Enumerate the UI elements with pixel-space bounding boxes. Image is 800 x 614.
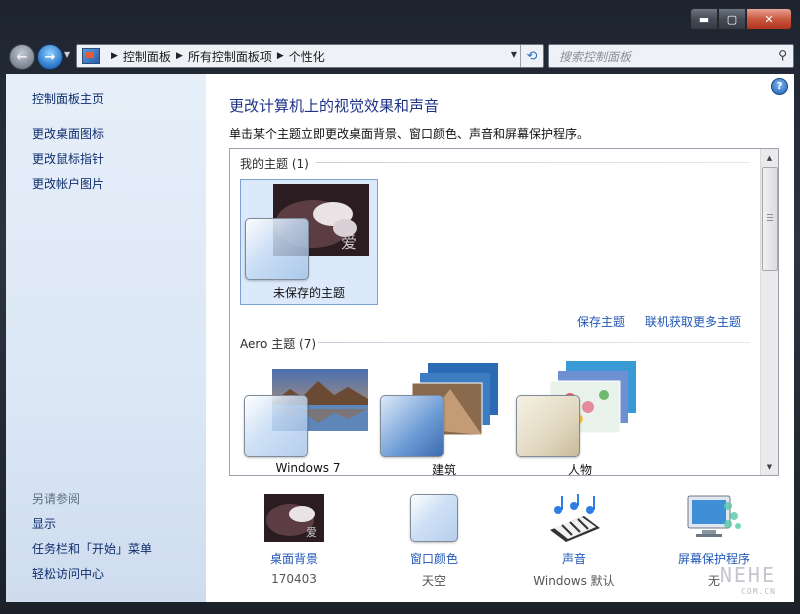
link-display[interactable]: 显示	[32, 515, 56, 532]
theme-list[interactable]: 我的主题 (1) 爱 未保存的主题 保存主题 联机获取更多主题 Aero 主题 …	[229, 148, 779, 476]
link-ease-of-access[interactable]: 轻松访问中心	[32, 565, 104, 582]
group-divider	[318, 342, 750, 343]
sounds-icon	[550, 494, 600, 542]
scroll-thumb[interactable]	[762, 167, 778, 271]
page-subtitle: 单击某个主题立即更改桌面背景、窗口颜色、声音和屏幕保护程序。	[229, 127, 590, 141]
refresh-icon[interactable]: ⟲	[520, 45, 543, 67]
content-area: 控制面板主页 更改桌面图标 更改鼠标指针 更改帐户图片 另请参阅 显示 任务栏和…	[6, 74, 794, 602]
minimize-button[interactable]: ▬	[690, 8, 718, 30]
link-taskbar-start-menu[interactable]: 任务栏和「开始」菜单	[32, 540, 152, 557]
group-divider	[316, 162, 750, 163]
forward-button[interactable]: →	[37, 44, 63, 70]
theme-label-unsaved: 未保存的主题	[272, 286, 345, 300]
window-color-swatch	[244, 395, 308, 457]
link-control-panel-home[interactable]: 控制面板主页	[32, 90, 104, 107]
screensaver-icon	[687, 495, 741, 537]
crumb-separator-icon[interactable]: ▶	[277, 51, 284, 61]
desktop-background-icon: 爱	[264, 494, 324, 542]
theme-tile-windows7[interactable]: Windows 7	[240, 359, 376, 475]
theme-tile-unsaved[interactable]: 爱 未保存的主题	[240, 179, 378, 305]
breadcrumb-all-items[interactable]: 所有控制面板项	[188, 48, 272, 65]
sounds-label[interactable]: 声音	[514, 550, 634, 567]
navigation-bar: ← → ▼ ▶ 控制面板 ▶ 所有控制面板项 ▶ 个性化 ▼ ⟲ 搜索控制面板 …	[6, 40, 794, 72]
theme-label-characters: 人物	[567, 463, 592, 476]
see-also-heading: 另请参阅	[32, 492, 81, 506]
window-color-label[interactable]: 窗口颜色	[374, 550, 494, 567]
close-button[interactable]: ✕	[746, 8, 792, 30]
help-icon[interactable]: ?	[771, 78, 788, 95]
theme-tile-architecture[interactable]: 建筑	[376, 359, 512, 476]
maximize-button[interactable]: ▢	[718, 8, 746, 30]
crumb-separator-icon[interactable]: ▶	[111, 51, 118, 61]
window-frame: ▬ ▢ ✕ ← → ▼ ▶ 控制面板 ▶ 所有控制面板项 ▶ 个性化 ▼ ⟲ 搜…	[0, 0, 800, 614]
caption-buttons: ▬ ▢ ✕	[690, 8, 792, 30]
sounds-value: Windows 默认	[533, 574, 615, 588]
save-theme-link[interactable]: 保存主题	[577, 313, 625, 330]
get-more-themes-link[interactable]: 联机获取更多主题	[645, 313, 741, 330]
desktop-background-value: 170403	[271, 572, 317, 586]
address-dropdown-icon[interactable]: ▼	[511, 50, 517, 59]
link-change-account-picture[interactable]: 更改帐户图片	[32, 175, 104, 192]
theme-tile-characters[interactable]: 人物	[512, 359, 648, 476]
search-placeholder: 搜索控制面板	[559, 50, 632, 64]
link-change-mouse-pointers[interactable]: 更改鼠标指针	[32, 150, 104, 167]
link-change-desktop-icons[interactable]: 更改桌面图标	[32, 125, 104, 142]
control-panel-icon	[82, 48, 100, 64]
svg-text:爱: 爱	[306, 526, 317, 539]
window-color-icon	[410, 494, 458, 542]
theme-label-architecture: 建筑	[431, 463, 456, 476]
recent-pages-dropdown-icon[interactable]: ▼	[64, 50, 70, 59]
back-button[interactable]: ←	[9, 44, 35, 70]
address-bar[interactable]: ▶ 控制面板 ▶ 所有控制面板项 ▶ 个性化 ▼ ⟲	[76, 44, 544, 68]
window-color-swatch	[516, 395, 580, 457]
search-icon[interactable]: ⚲	[778, 48, 787, 62]
window-color-value: 天空	[421, 574, 446, 588]
my-themes-header: 我的主题 (1)	[240, 157, 309, 171]
desktop-background-label[interactable]: 桌面背景	[234, 550, 354, 567]
crumb-separator-icon[interactable]: ▶	[176, 51, 183, 61]
search-box[interactable]: 搜索控制面板 ⚲	[548, 44, 794, 68]
svg-text:爱: 爱	[341, 233, 357, 252]
window-color-swatch	[380, 395, 444, 457]
page-title: 更改计算机上的视觉效果和声音	[229, 97, 440, 115]
left-task-pane: 控制面板主页 更改桌面图标 更改鼠标指针 更改帐户图片 另请参阅 显示 任务栏和…	[6, 74, 206, 602]
watermark-logo: NEHE COM.CN	[719, 563, 776, 596]
theme-list-scrollbar[interactable]: ▲ ▼	[760, 149, 778, 475]
window-color-swatch	[245, 218, 309, 280]
aero-themes-header: Aero 主题 (7)	[240, 337, 317, 351]
breadcrumb-personalization[interactable]: 个性化	[289, 48, 325, 65]
breadcrumb-control-panel[interactable]: 控制面板	[123, 48, 171, 65]
scroll-down-icon[interactable]: ▼	[761, 458, 778, 475]
theme-label-windows7: Windows 7	[275, 461, 341, 475]
scroll-up-icon[interactable]: ▲	[761, 149, 778, 166]
